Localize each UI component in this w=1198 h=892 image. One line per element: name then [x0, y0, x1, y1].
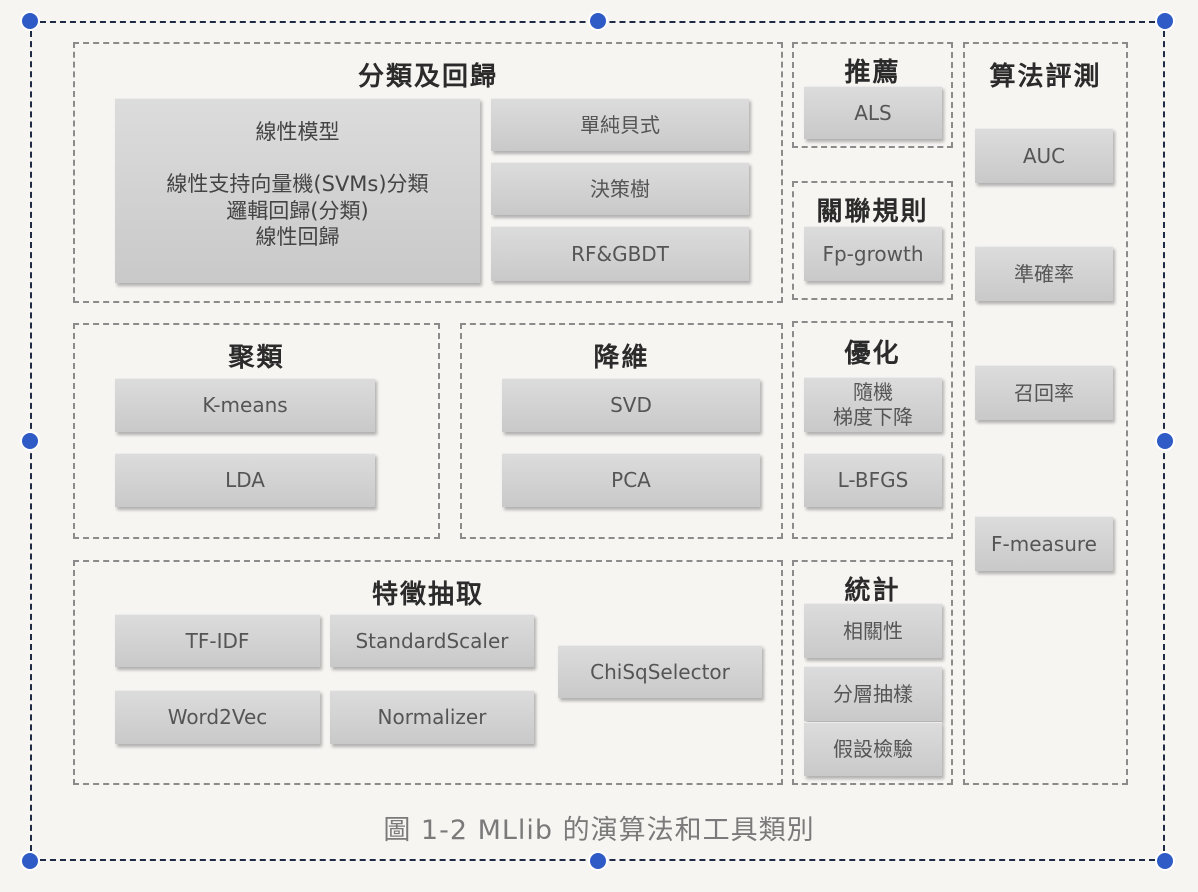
diagram-canvas: 分類及回歸 線性模型 線性支持向量機(SVMs)分類 邏輯回歸(分類) 線性回歸…: [0, 0, 1198, 892]
resize-handle-bottom-left[interactable]: [22, 853, 38, 869]
resize-handle-middle-right[interactable]: [1157, 433, 1173, 449]
resize-handle-top-left[interactable]: [22, 13, 38, 29]
selection-frame: [30, 21, 1165, 861]
resize-handle-top-center[interactable]: [590, 13, 606, 29]
resize-handle-top-right[interactable]: [1157, 13, 1173, 29]
resize-handle-middle-left[interactable]: [22, 433, 38, 449]
resize-handle-bottom-right[interactable]: [1157, 853, 1173, 869]
resize-handle-bottom-center[interactable]: [590, 853, 606, 869]
